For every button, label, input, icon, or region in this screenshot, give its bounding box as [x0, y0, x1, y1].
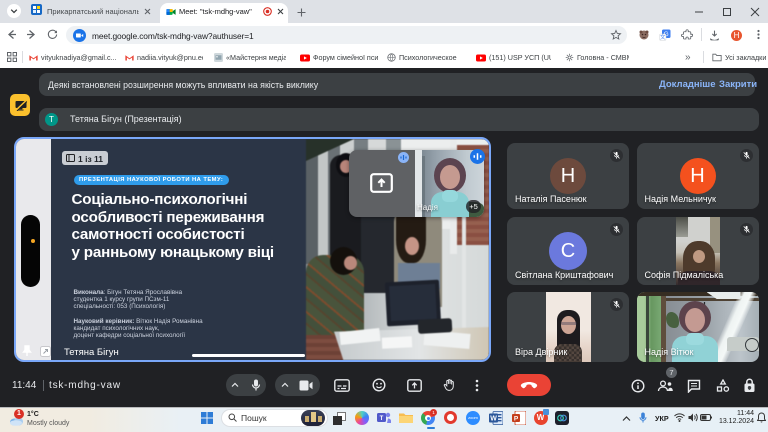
svg-text:P: P: [513, 416, 518, 423]
svg-text:W: W: [490, 416, 497, 423]
svg-text:文: 文: [660, 33, 666, 41]
svg-text:T: T: [380, 416, 384, 422]
